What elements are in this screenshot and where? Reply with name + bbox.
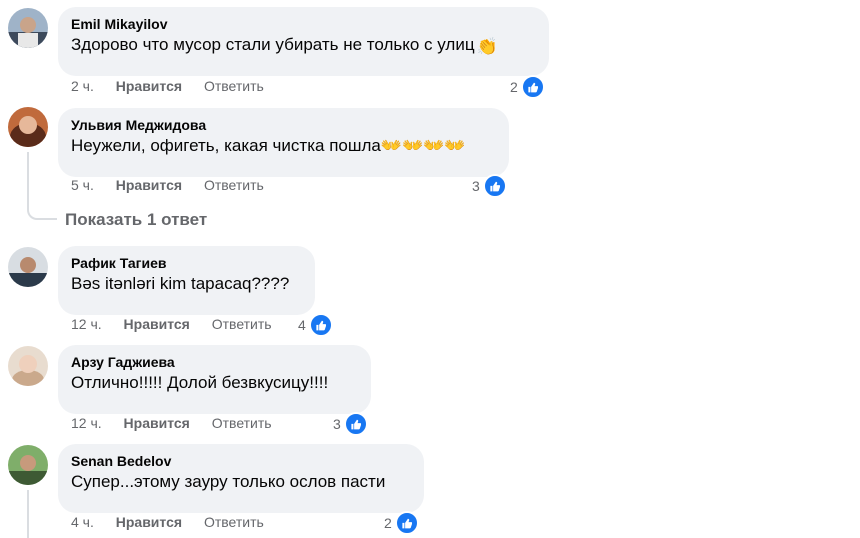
comment-bubble: Рафик Тагиев Bəs itənləri kim tapacaq???… — [58, 246, 315, 315]
reaction-number: 3 — [333, 416, 341, 432]
avatar[interactable] — [8, 445, 48, 485]
comment-author[interactable]: Senan Bedelov — [71, 452, 411, 470]
comment-text: Bəs itənləri kim tapacaq???? — [71, 274, 290, 293]
clap-emoji-icon: 👏 — [476, 37, 498, 56]
like-button[interactable]: Нравится — [116, 177, 182, 193]
like-icon — [520, 75, 545, 99]
avatar[interactable] — [8, 107, 48, 147]
comment-bubble: Senan Bedelov Супер...этому зауру только… — [58, 444, 424, 513]
comment-meta: 4 ч. Нравится Ответить — [71, 513, 282, 531]
reaction-count[interactable]: 3 — [472, 174, 507, 198]
like-icon — [482, 174, 507, 198]
like-button[interactable]: Нравится — [124, 415, 190, 431]
comment-meta: 2 ч. Нравится Ответить — [71, 77, 282, 95]
reaction-number: 2 — [384, 515, 392, 531]
comment-text: Здорово что мусор стали убирать не тольк… — [71, 35, 498, 56]
reply-button[interactable]: Ответить — [204, 78, 264, 94]
reaction-count[interactable]: 3 — [333, 412, 368, 436]
reaction-number: 3 — [472, 178, 480, 194]
comment-text: Неужели, офигеть, какая чистка пошла👐👐👐👐 — [71, 136, 466, 155]
comment-text: Отлично!!!!! Долой безвкусицу!!!! — [71, 373, 329, 392]
comment-time[interactable]: 4 ч. — [71, 514, 94, 530]
comment-author[interactable]: Арзу Гаджиева — [71, 353, 358, 371]
like-icon — [343, 412, 368, 436]
comment-bubble: Emil Mikayilov Здорово что мусор стали у… — [58, 7, 549, 76]
reply-button[interactable]: Ответить — [204, 514, 264, 530]
comment-author[interactable]: Emil Mikayilov — [71, 15, 536, 33]
like-button[interactable]: Нравится — [124, 316, 190, 332]
thread-line — [27, 152, 57, 220]
comment-text: Супер...этому зауру только ослов пасти — [71, 472, 386, 491]
like-icon — [394, 511, 419, 535]
thread-line — [27, 490, 29, 538]
reaction-count[interactable]: 2 — [510, 75, 545, 99]
reply-button[interactable]: Ответить — [212, 415, 272, 431]
reaction-number: 4 — [298, 317, 306, 333]
comment-meta: 5 ч. Нравится Ответить — [71, 176, 282, 194]
avatar[interactable] — [8, 346, 48, 386]
like-button[interactable]: Нравится — [116, 514, 182, 530]
comment-author[interactable]: Рафик Тагиев — [71, 254, 302, 272]
comment-meta: 12 ч. Нравится Ответить — [71, 414, 290, 432]
avatar[interactable] — [8, 8, 48, 48]
comment-time[interactable]: 5 ч. — [71, 177, 94, 193]
comment-meta: 12 ч. Нравится Ответить — [71, 315, 290, 333]
show-replies-link[interactable]: Показать 1 ответ — [65, 210, 207, 230]
like-icon — [308, 313, 333, 337]
hands-emoji-icon: 👐👐👐👐 — [380, 136, 466, 155]
reaction-count[interactable]: 4 — [298, 313, 333, 337]
reaction-number: 2 — [510, 79, 518, 95]
reply-button[interactable]: Ответить — [212, 316, 272, 332]
comment-time[interactable]: 12 ч. — [71, 316, 102, 332]
avatar[interactable] — [8, 247, 48, 287]
like-button[interactable]: Нравится — [116, 78, 182, 94]
reply-button[interactable]: Ответить — [204, 177, 264, 193]
comment-author[interactable]: Ульвия Меджидова — [71, 116, 496, 134]
comment-bubble: Ульвия Меджидова Неужели, офигеть, какая… — [58, 108, 509, 177]
comment-time[interactable]: 12 ч. — [71, 415, 102, 431]
comment-bubble: Арзу Гаджиева Отлично!!!!! Долой безвкус… — [58, 345, 371, 414]
comment-time[interactable]: 2 ч. — [71, 78, 94, 94]
reaction-count[interactable]: 2 — [384, 511, 419, 535]
